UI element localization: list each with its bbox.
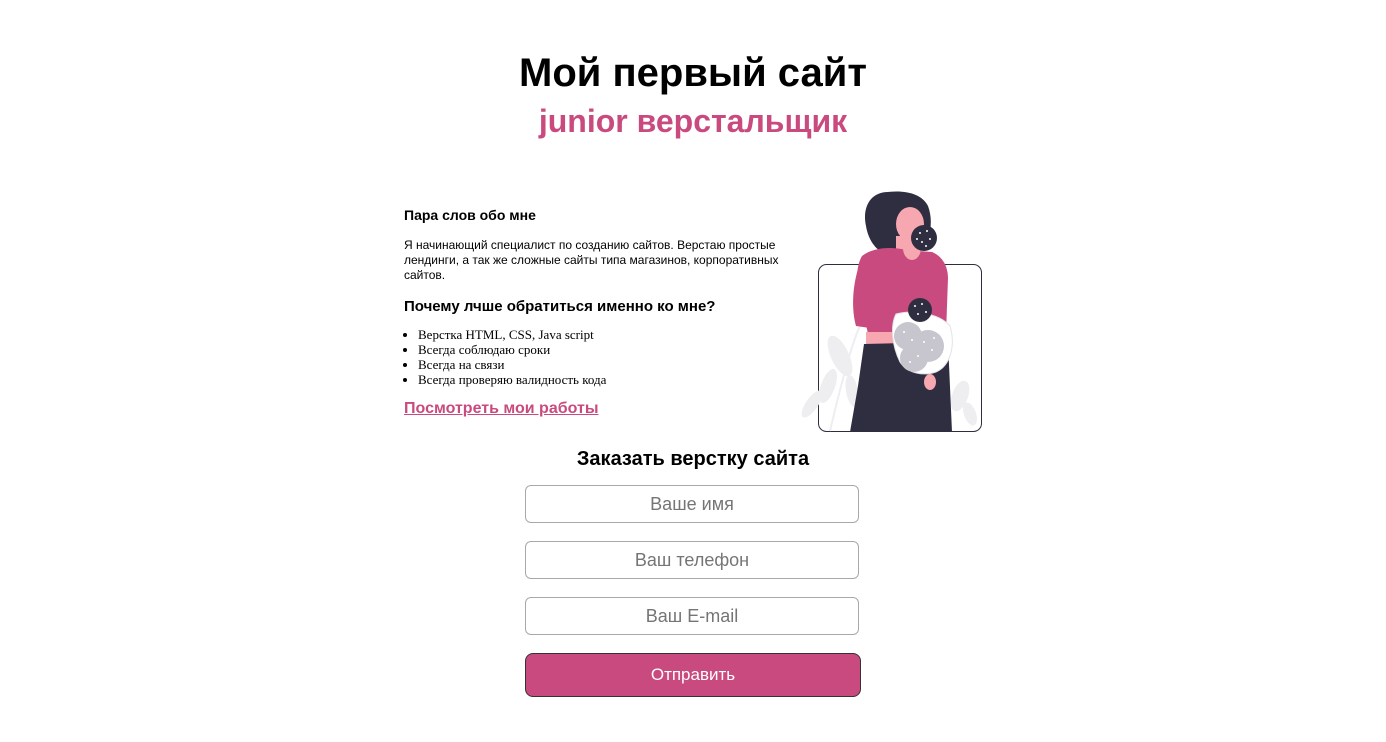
submit-button[interactable]: Отправить — [525, 653, 861, 697]
advantages-list: Верстка HTML, CSS, Java script Всегда со… — [404, 327, 814, 387]
woman-with-flowers-icon — [801, 191, 982, 432]
woman-illustration — [800, 186, 986, 436]
why-heading: Почему лчше обратиться именно ко мне? — [404, 298, 716, 315]
list-item: Верстка HTML, CSS, Java script — [418, 327, 814, 342]
list-item: Всегда проверяю валидность кода — [418, 372, 814, 387]
phone-input[interactable] — [525, 541, 859, 579]
email-input[interactable] — [525, 597, 859, 635]
name-input[interactable] — [525, 485, 859, 523]
about-section: Пара слов обо мне Я начинающий специалис… — [404, 206, 814, 419]
about-heading: Пара слов обо мне — [404, 207, 536, 223]
about-text: Я начинающий специалист по созданию сайт… — [404, 238, 779, 282]
list-item: Всегда на связи — [418, 357, 814, 372]
page-subtitle: junior верстальщик — [538, 103, 848, 139]
order-heading: Заказать верстку сайта — [576, 448, 810, 470]
page-title: Мой первый сайт — [519, 51, 867, 95]
view-works-link[interactable]: Посмотреть мои работы — [404, 399, 598, 419]
list-item: Всегда соблюдаю сроки — [418, 342, 814, 357]
page: Мой первый сайт junior верстальщик Пара … — [0, 0, 1386, 742]
